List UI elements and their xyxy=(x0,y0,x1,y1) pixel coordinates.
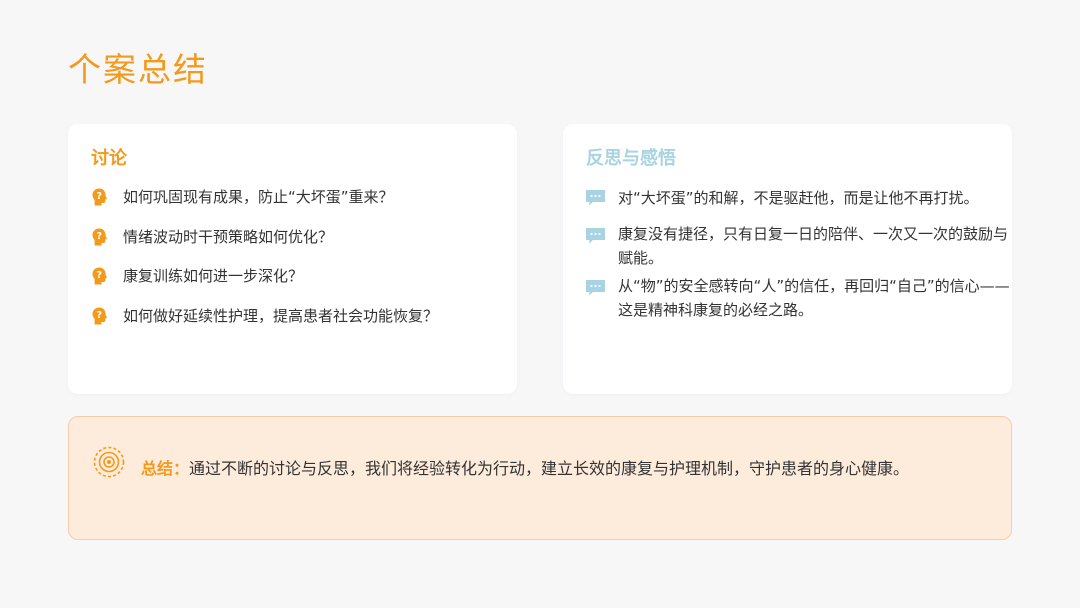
page-title: 个案总结 xyxy=(68,50,208,89)
svg-text:?: ? xyxy=(97,191,103,202)
svg-text:?: ? xyxy=(97,309,103,320)
reflection-card: 反思与感悟 对“大坏蛋”的和解，不是驱赶他，而是让他不再打扰。 康复没有捷径，只… xyxy=(563,124,1012,394)
slide: 个案总结 讨论 ? 如何巩固现有成果，防止“大坏蛋”重来？ ? 情绪波动时干预策… xyxy=(0,0,1080,608)
discussion-list: ? 如何巩固现有成果，防止“大坏蛋”重来？ ? 情绪波动时干预策略如何优化？ ?… xyxy=(90,186,500,344)
head-question-icon: ? xyxy=(92,228,107,245)
reflection-item-text: 从“物”的安全感转向“人”的信任，再回归“自己”的信心——这是精神科康复的必经之… xyxy=(618,277,1010,319)
speech-bubble-icon xyxy=(586,280,605,296)
svg-text:?: ? xyxy=(97,270,103,281)
head-question-icon: ? xyxy=(92,307,107,324)
summary-label: 总结： xyxy=(141,459,190,478)
head-question-icon: ? xyxy=(92,188,107,206)
discussion-item-text: 康复训练如何进一步深化？ xyxy=(123,267,304,285)
reflection-item-text: 对“大坏蛋”的和解，不是驱赶他，而是让他不再打扰。 xyxy=(618,189,979,207)
reflection-title: 反思与感悟 xyxy=(586,148,676,169)
list-item: ? 康复训练如何进一步深化？ xyxy=(90,265,500,287)
reflection-list: 对“大坏蛋”的和解，不是驱赶他，而是让他不再打扰。 康复没有捷径，只有日复一日的… xyxy=(585,186,1010,322)
list-item: 对“大坏蛋”的和解，不是驱赶他，而是让他不再打扰。 xyxy=(585,186,1010,210)
head-question-icon: ? xyxy=(92,267,107,285)
discussion-title: 讨论 xyxy=(91,148,127,169)
list-item: 从“物”的安全感转向“人”的信任，再回归“自己”的信心——这是精神科康复的必经之… xyxy=(585,274,1010,322)
summary-text: 总结：通过不断的讨论与反思，我们将经验转化为行动，建立长效的康复与护理机制，守护… xyxy=(141,455,981,483)
summary-box: 总结：通过不断的讨论与反思，我们将经验转化为行动，建立长效的康复与护理机制，守护… xyxy=(68,416,1012,540)
list-item: ? 情绪波动时干预策略如何优化？ xyxy=(90,226,500,248)
reflection-item-text: 康复没有捷径，只有日复一日的陪伴、一次又一次的鼓励与赋能。 xyxy=(618,225,1009,267)
discussion-item-text: 如何做好延续性护理，提高患者社会功能恢复？ xyxy=(123,306,439,325)
speech-bubble-icon xyxy=(586,190,605,206)
list-item: 康复没有捷径，只有日复一日的陪伴、一次又一次的鼓励与赋能。 xyxy=(585,222,1010,270)
svg-text:?: ? xyxy=(97,230,103,241)
discussion-item-text: 情绪波动时干预策略如何优化？ xyxy=(123,227,334,246)
list-item: ? 如何巩固现有成果，防止“大坏蛋”重来？ xyxy=(90,186,500,208)
list-item: ? 如何做好延续性护理，提高患者社会功能恢复？ xyxy=(90,305,500,327)
target-icon xyxy=(93,446,125,478)
discussion-card: 讨论 ? 如何巩固现有成果，防止“大坏蛋”重来？ ? 情绪波动时干预策略如何优化… xyxy=(68,124,517,394)
summary-body: 通过不断的讨论与反思，我们将经验转化为行动，建立长效的康复与护理机制，守护患者的… xyxy=(189,459,910,478)
discussion-item-text: 如何巩固现有成果，防止“大坏蛋”重来？ xyxy=(123,188,394,206)
speech-bubble-icon xyxy=(586,228,605,244)
